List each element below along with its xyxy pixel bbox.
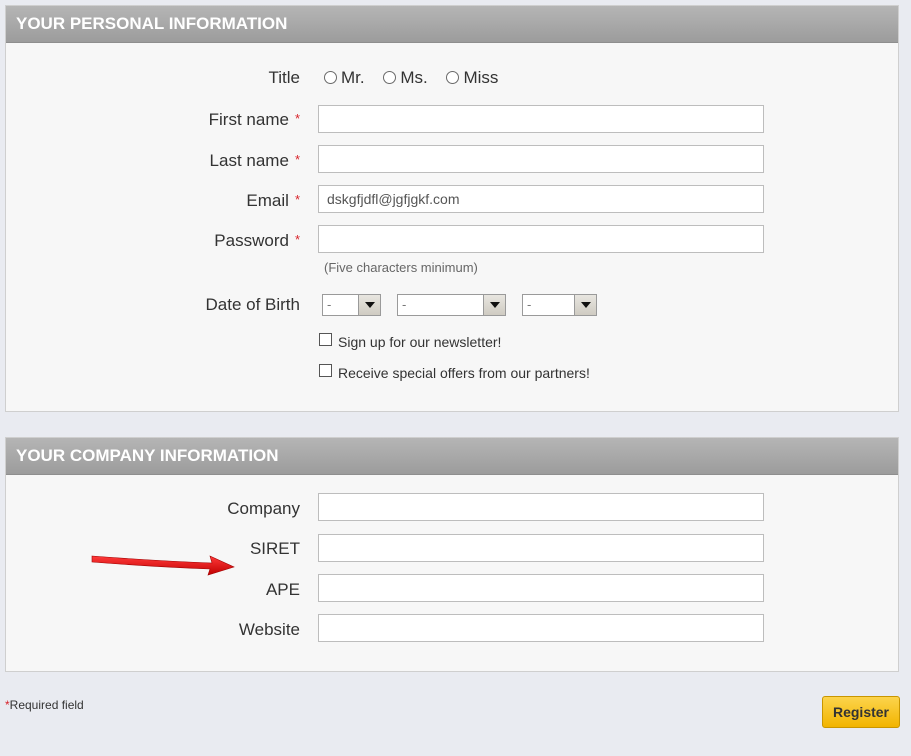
ape-field[interactable] xyxy=(318,574,764,602)
last-name-label-text: Last name xyxy=(209,151,289,170)
dob-month-value: - xyxy=(402,297,407,312)
title-radio-miss[interactable] xyxy=(446,71,460,85)
company-info-header: YOUR COMPANY INFORMATION xyxy=(6,438,898,475)
company-field[interactable] xyxy=(318,493,764,521)
red-arrow-icon xyxy=(91,555,235,576)
required-marker: * xyxy=(294,111,300,126)
dob-day-select[interactable]: - xyxy=(322,294,381,316)
first-name-label-text: First name xyxy=(208,110,289,129)
title-label: Title xyxy=(268,68,301,87)
personal-info-header: YOUR PERSONAL INFORMATION xyxy=(6,6,898,43)
password-hint: (Five characters minimum) xyxy=(324,260,478,275)
title-radio-ms[interactable] xyxy=(383,71,397,85)
website-label: Website xyxy=(238,620,300,639)
required-marker: * xyxy=(294,152,300,167)
website-field[interactable] xyxy=(318,614,764,642)
dob-month-select[interactable]: - xyxy=(397,294,506,316)
newsletter-checkbox[interactable] xyxy=(319,332,332,346)
personal-info-panel: YOUR PERSONAL INFORMATION Title Mr. Ms. … xyxy=(5,5,899,412)
siret-field[interactable] xyxy=(318,534,764,562)
dob-year-value: - xyxy=(527,297,532,312)
title-radio-group: Mr. Ms. Miss xyxy=(324,68,512,88)
last-name-label: Last name * xyxy=(210,151,300,171)
newsletter-label: Sign up for our newsletter! xyxy=(338,334,502,350)
required-marker: * xyxy=(294,232,300,247)
password-field[interactable] xyxy=(318,225,764,253)
offers-checkbox[interactable] xyxy=(319,363,332,377)
title-radio-mr[interactable] xyxy=(324,71,337,85)
email-field[interactable]: dskgfjdfl@jgfjgkf.com xyxy=(318,185,764,213)
register-button[interactable]: Register xyxy=(822,696,900,728)
first-name-field[interactable] xyxy=(318,105,764,133)
password-label: Password * xyxy=(214,231,300,251)
dob-day-value: - xyxy=(327,297,332,312)
offers-label: Receive special offers from our partners… xyxy=(338,365,590,381)
email-label: Email * xyxy=(246,191,300,211)
dropdown-arrow-icon xyxy=(358,295,380,315)
required-text: Required field xyxy=(9,698,84,712)
password-label-text: Password xyxy=(214,231,289,250)
siret-label: SIRET xyxy=(249,539,300,558)
dropdown-arrow-icon xyxy=(574,295,596,315)
ape-label: APE xyxy=(265,580,300,599)
title-option-mr: Mr. xyxy=(341,68,365,87)
offers-row: Receive special offers from our partners… xyxy=(319,363,590,381)
title-option-miss: Miss xyxy=(463,68,499,87)
first-name-label: First name * xyxy=(209,110,300,130)
company-label: Company xyxy=(227,499,300,518)
required-field-note: *Required field xyxy=(5,698,84,712)
dropdown-arrow-icon xyxy=(483,295,505,315)
title-option-ms: Ms. xyxy=(400,68,428,87)
dob-label: Date of Birth xyxy=(205,295,301,314)
required-marker: * xyxy=(294,192,300,207)
email-label-text: Email xyxy=(246,191,289,210)
dob-year-select[interactable]: - xyxy=(522,294,597,316)
newsletter-row: Sign up for our newsletter! xyxy=(319,332,502,350)
last-name-field[interactable] xyxy=(318,145,764,173)
